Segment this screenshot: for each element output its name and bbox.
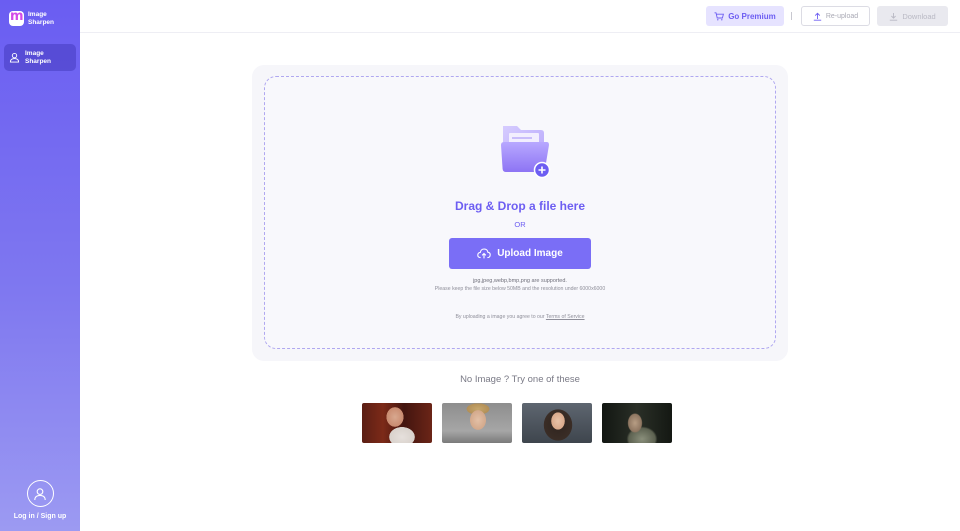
avatar xyxy=(26,480,54,507)
download-button[interactable]: Download xyxy=(877,6,948,26)
re-upload-label: Re-upload xyxy=(825,12,859,20)
cloud-upload-icon xyxy=(477,248,491,259)
file-limits: Please keep the file size below 50MB and… xyxy=(434,286,606,292)
app-root: m Image Sharpen Image Sharpen Log in / S… xyxy=(0,0,960,531)
terms-notice: By uploading a image you agree to our Te… xyxy=(265,314,775,320)
brand[interactable]: m Image Sharpen xyxy=(9,9,68,26)
upload-icon xyxy=(813,12,822,21)
divider xyxy=(791,12,792,20)
login-signup[interactable]: Log in / Sign up xyxy=(0,480,80,520)
re-upload-button[interactable]: Re-upload xyxy=(801,6,870,26)
or-separator: OR xyxy=(514,220,526,229)
top-bar: Go Premium Re-upload Download xyxy=(80,0,960,33)
sidebar: m Image Sharpen Image Sharpen Log in / S… xyxy=(0,0,80,531)
upload-image-button[interactable]: Upload Image xyxy=(449,238,591,269)
sample-image-3[interactable] xyxy=(522,403,592,443)
drop-title: Drag & Drop a file here xyxy=(454,199,586,213)
sidebar-item-image-sharpen[interactable]: Image Sharpen xyxy=(4,44,76,71)
sample-image-2[interactable] xyxy=(442,403,512,443)
terms-prefix: By uploading a image you agree to our xyxy=(455,314,546,320)
app-logo-icon: m xyxy=(9,9,24,26)
sample-image-4[interactable] xyxy=(602,403,672,443)
supported-formats: jpg,jpeg,webp,bmp,png are supported. xyxy=(473,278,567,284)
app-name: Image Sharpen xyxy=(28,11,55,26)
go-premium-label: Go Premium xyxy=(728,11,776,21)
terms-of-service-link[interactable]: Terms of Service xyxy=(546,314,585,320)
folder-add-icon xyxy=(501,126,551,179)
drop-zone[interactable]: Drag & Drop a file here OR Upload Image … xyxy=(264,76,776,349)
download-icon xyxy=(890,12,898,21)
sample-image-1[interactable] xyxy=(362,403,432,443)
sidebar-item-label: Image Sharpen xyxy=(25,49,52,65)
user-icon xyxy=(9,53,20,63)
user-avatar-icon xyxy=(34,487,46,500)
upload-panel: Drag & Drop a file here OR Upload Image … xyxy=(252,65,788,361)
download-label: Download xyxy=(902,11,936,21)
upload-image-label: Upload Image xyxy=(497,248,563,259)
go-premium-button[interactable]: Go Premium xyxy=(706,6,784,26)
samples-title: No Image ? Try one of these xyxy=(460,374,580,385)
cart-icon xyxy=(714,11,725,20)
login-label: Log in / Sign up xyxy=(13,513,67,520)
